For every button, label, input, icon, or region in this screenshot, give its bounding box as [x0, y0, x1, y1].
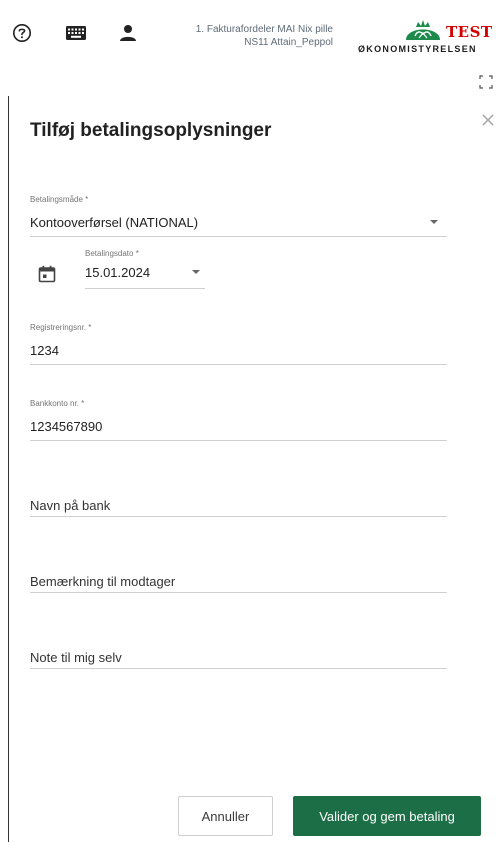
test-badge: TEST: [446, 23, 493, 41]
chevron-down-icon: [192, 270, 200, 274]
cancel-button[interactable]: Annuller: [178, 796, 273, 836]
validate-save-payment-button[interactable]: Valider og gem betaling: [293, 796, 481, 836]
fullscreen-icon[interactable]: [479, 75, 493, 89]
bank-account-label: Bankkonto nr. *: [30, 399, 85, 408]
app-header: 1. Fakturafordeler MAI Nix pille NS11 At…: [0, 0, 499, 68]
payment-method-label: Betalingsmåde *: [30, 195, 89, 204]
payment-date-value: 15.01.2024: [85, 265, 151, 280]
payment-method-value: Kontooverførsel (NATIONAL): [30, 215, 199, 230]
registration-number-field[interactable]: Registreringsnr. * 1234: [30, 318, 447, 365]
close-icon[interactable]: [481, 113, 495, 127]
user-line-2: NS11 Attain_Peppol: [244, 37, 333, 48]
logo-name: ØKONOMISTYRELSEN: [358, 44, 477, 54]
payment-method-select[interactable]: Betalingsmåde * Kontooverførsel (NATIONA…: [30, 190, 447, 237]
okonomistyrelsen-logo: TEST ØKONOMISTYRELSEN: [352, 14, 492, 58]
content-left-border: [8, 96, 9, 842]
registration-number-value: 1234: [30, 343, 59, 358]
calendar-icon[interactable]: [38, 265, 56, 283]
chevron-down-icon: [430, 220, 438, 224]
person-icon[interactable]: [117, 22, 139, 44]
payment-date-label: Betalingsdato *: [85, 249, 139, 258]
self-note-placeholder: Note til mig selv: [30, 650, 122, 665]
remark-placeholder: Bemærkning til modtager: [30, 574, 176, 589]
keyboard-icon[interactable]: [65, 22, 87, 44]
user-line-1: 1. Fakturafordeler MAI Nix pille: [195, 24, 333, 35]
crown-logo-icon: [406, 20, 440, 40]
current-user-info[interactable]: 1. Fakturafordeler MAI Nix pille NS11 At…: [150, 23, 333, 49]
bank-name-placeholder: Navn på bank: [30, 498, 111, 513]
bank-account-field[interactable]: Bankkonto nr. * 1234567890: [30, 394, 447, 441]
self-note-field[interactable]: Note til mig selv: [30, 622, 447, 669]
bank-name-field[interactable]: Navn på bank: [30, 470, 447, 517]
bank-account-value: 1234567890: [30, 419, 103, 434]
dialog-title: Tilføj betalingsoplysninger: [30, 120, 272, 141]
registration-number-label: Registreringsnr. *: [30, 323, 92, 332]
payment-date-field[interactable]: Betalingsdato * 15.01.2024: [85, 245, 205, 289]
help-icon[interactable]: [11, 22, 33, 44]
remark-to-recipient-field[interactable]: Bemærkning til modtager: [30, 546, 447, 593]
